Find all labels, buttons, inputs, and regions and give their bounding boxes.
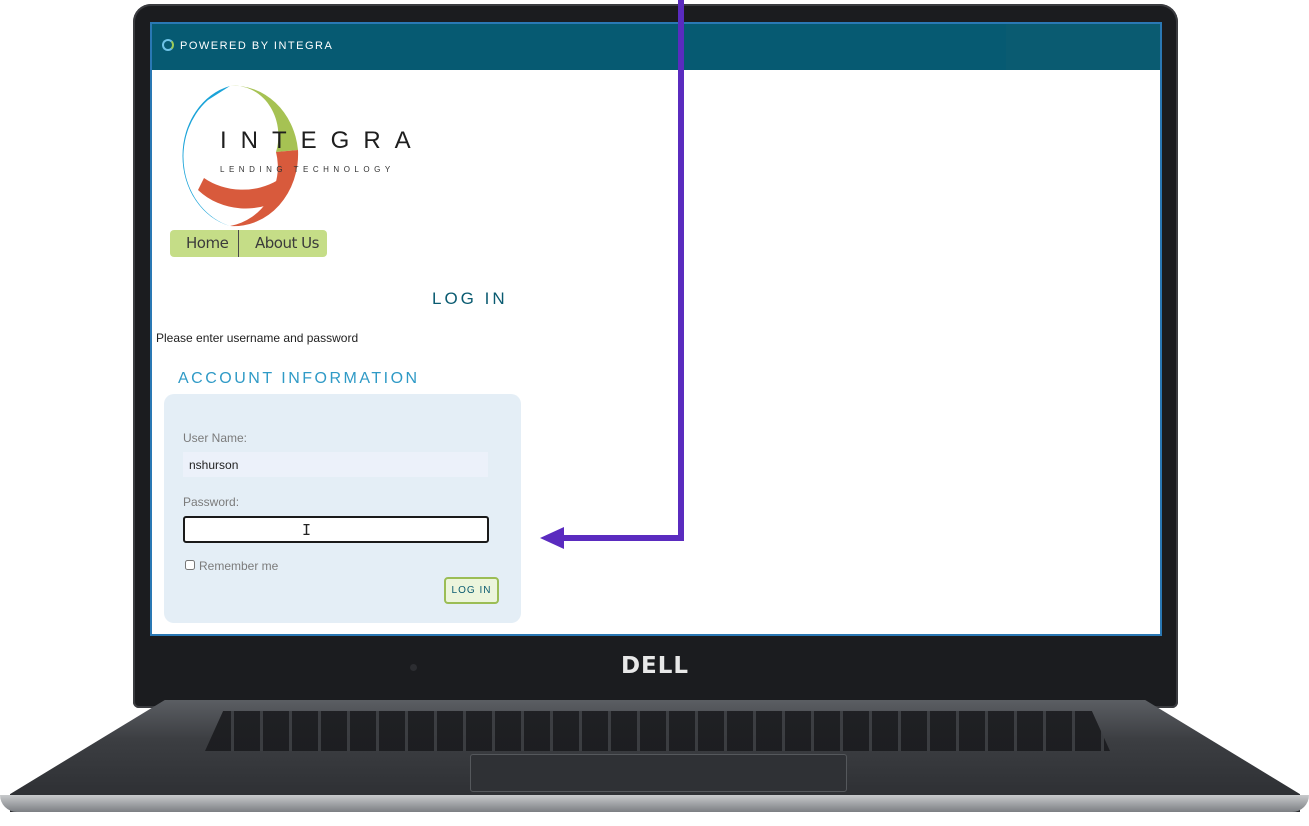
annotation-arrow-head-icon	[540, 527, 564, 549]
integra-ring-icon	[162, 39, 174, 51]
top-banner: POWERED BY INTEGRA	[152, 24, 1160, 70]
powered-by-text: POWERED BY INTEGRA	[180, 40, 334, 52]
logo-wordmark: INTEGRA	[220, 127, 425, 154]
text-cursor-icon: I	[302, 521, 312, 539]
remember-me-label[interactable]: Remember me	[199, 559, 278, 573]
nav-home[interactable]: Home	[170, 230, 239, 257]
login-panel: User Name: Password: I Remember me LOG I…	[164, 394, 521, 623]
webcam	[410, 664, 417, 671]
keyboard	[205, 711, 1110, 751]
integra-logo[interactable]: INTEGRA LENDING TECHNOLOGY	[168, 80, 438, 230]
password-input[interactable]	[183, 516, 489, 543]
login-button[interactable]: LOG IN	[444, 577, 499, 604]
laptop-base-edge	[0, 795, 1309, 812]
main-nav: Home About Us	[170, 230, 327, 257]
annotation-arrow-line	[678, 0, 684, 541]
password-label: Password:	[183, 495, 240, 509]
laptop-screen: POWERED BY INTEGRA INTEGRA LENDING TECHN…	[150, 22, 1162, 636]
top-banner-right	[1006, 24, 1160, 70]
touchpad	[470, 754, 847, 792]
account-info-heading: ACCOUNT INFORMATION	[178, 370, 420, 387]
annotation-arrow-line	[556, 535, 684, 541]
device-brand-logo: DELL	[620, 653, 690, 679]
logo-tagline: LENDING TECHNOLOGY	[220, 165, 395, 174]
page-title: LOG IN	[432, 289, 508, 308]
login-instruction: Please enter username and password	[156, 331, 359, 345]
nav-about-us[interactable]: About Us	[239, 230, 319, 257]
username-label: User Name:	[183, 431, 248, 445]
remember-me-checkbox[interactable]	[185, 560, 195, 570]
username-input[interactable]	[183, 452, 488, 477]
